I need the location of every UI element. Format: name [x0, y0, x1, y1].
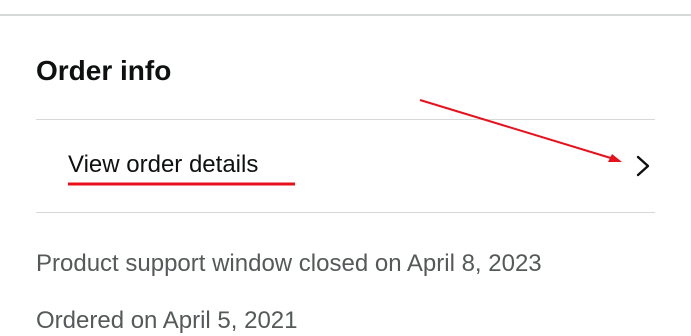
order-info-section: Order info View order details Product su…	[36, 16, 691, 334]
chevron-right-icon	[636, 155, 650, 177]
top-divider	[0, 0, 691, 16]
section-title: Order info	[36, 55, 172, 86]
view-order-details-row[interactable]: View order details	[36, 120, 655, 212]
ordered-date-text: Ordered on April 5, 2021	[36, 307, 298, 334]
divider	[36, 212, 655, 213]
view-order-details-label: View order details	[68, 151, 259, 178]
support-window-text: Product support window closed on April 8…	[36, 250, 542, 277]
